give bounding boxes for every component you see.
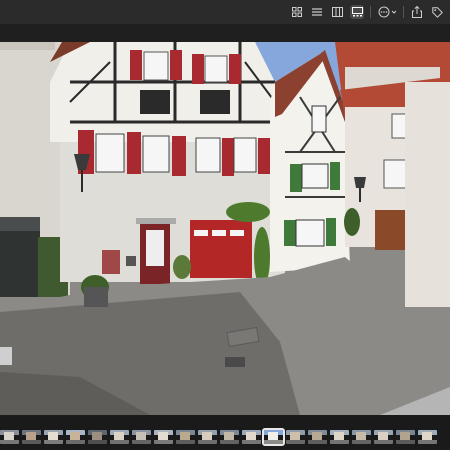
tag-button[interactable]	[430, 5, 444, 19]
toolbar-separator	[370, 6, 371, 18]
filmstrip	[0, 415, 450, 450]
photo-viewer[interactable]	[0, 42, 450, 415]
column-view-button[interactable]	[330, 5, 344, 19]
garage-door	[190, 220, 252, 278]
filmstrip-thumbnail[interactable]	[88, 430, 107, 444]
more-actions-button[interactable]	[377, 5, 397, 19]
filmstrip-thumbnail[interactable]	[198, 430, 217, 444]
gallery-view-button[interactable]	[350, 5, 364, 19]
share-icon	[412, 6, 422, 18]
mailbox	[102, 250, 120, 274]
list-icon	[312, 8, 322, 16]
filmstrip-thumbnail[interactable]	[352, 430, 371, 444]
filmstrip-thumbnail[interactable]	[44, 430, 63, 444]
filmstrip-track	[0, 428, 437, 446]
list-view-button[interactable]	[310, 5, 324, 19]
filmstrip-thumbnail[interactable]	[242, 430, 261, 444]
ellipsis-circle-icon	[378, 6, 389, 18]
filmstrip-thumbnail[interactable]	[396, 430, 415, 444]
filmstrip-thumbnail[interactable]	[176, 430, 195, 444]
toolbar	[0, 0, 450, 25]
share-button[interactable]	[410, 5, 424, 19]
tag-icon	[431, 6, 443, 18]
columns-icon	[331, 7, 343, 17]
filmstrip-thumbnail[interactable]	[22, 430, 41, 444]
grid-view-button[interactable]	[290, 5, 304, 19]
filmstrip-thumbnail[interactable]	[330, 430, 349, 444]
chevron-down-icon	[391, 10, 396, 14]
grid-icon	[292, 7, 302, 17]
filmstrip-thumbnail[interactable]	[308, 430, 327, 444]
toolbar-band	[0, 24, 450, 42]
filmstrip-thumbnail[interactable]	[0, 430, 19, 444]
filmstrip-thumbnail[interactable]	[110, 430, 129, 444]
filmstrip-thumbnail[interactable]	[66, 430, 85, 444]
filmstrip-thumbnail[interactable]	[374, 430, 393, 444]
photo-image[interactable]	[0, 42, 450, 415]
filmstrip-thumbnail[interactable]	[132, 430, 151, 444]
toolbar-separator	[403, 6, 404, 18]
filmstrip-thumbnail-selected[interactable]	[262, 428, 285, 446]
filmstrip-thumbnail[interactable]	[286, 430, 305, 444]
gallery-icon	[351, 7, 363, 17]
filmstrip-thumbnail[interactable]	[220, 430, 239, 444]
filmstrip-thumbnail[interactable]	[418, 430, 437, 444]
toolbar-actions	[290, 4, 444, 20]
filmstrip-thumbnail[interactable]	[154, 430, 173, 444]
